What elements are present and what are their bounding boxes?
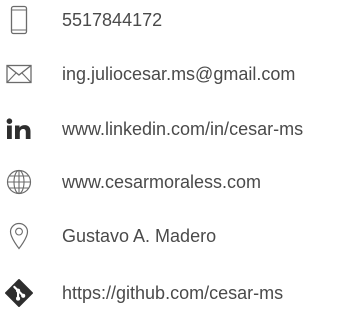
address-text: Gustavo A. Madero <box>62 226 217 246</box>
contact-item-email[interactable]: ing.juliocesar.ms@gmail.com <box>0 54 358 94</box>
mail-icon <box>5 54 33 94</box>
location-pin-icon <box>5 216 33 256</box>
email-link[interactable]: ing.juliocesar.ms@gmail.com <box>62 54 295 94</box>
linkedin-link[interactable]: www.linkedin.com/in/cesar-ms <box>62 109 303 149</box>
github-link[interactable]: https://github.com/cesar-ms <box>62 273 283 313</box>
contact-item-address: Gustavo A. Madero <box>0 216 358 256</box>
linkedin-icon <box>5 109 33 149</box>
git-icon <box>5 273 33 313</box>
contact-list: 5517844172 ing.juliocesar.ms@gmail.com w… <box>0 0 358 320</box>
phone-icon <box>5 0 33 40</box>
phone-number: 5517844172 <box>62 10 163 30</box>
globe-icon <box>5 162 33 202</box>
contact-item-linkedin[interactable]: www.linkedin.com/in/cesar-ms <box>0 109 358 149</box>
contact-item-website[interactable]: www.cesarmoraless.com <box>0 162 358 202</box>
contact-item-github[interactable]: https://github.com/cesar-ms <box>0 273 358 313</box>
website-link[interactable]: www.cesarmoraless.com <box>62 162 261 202</box>
contact-item-phone[interactable]: 5517844172 <box>0 0 358 40</box>
